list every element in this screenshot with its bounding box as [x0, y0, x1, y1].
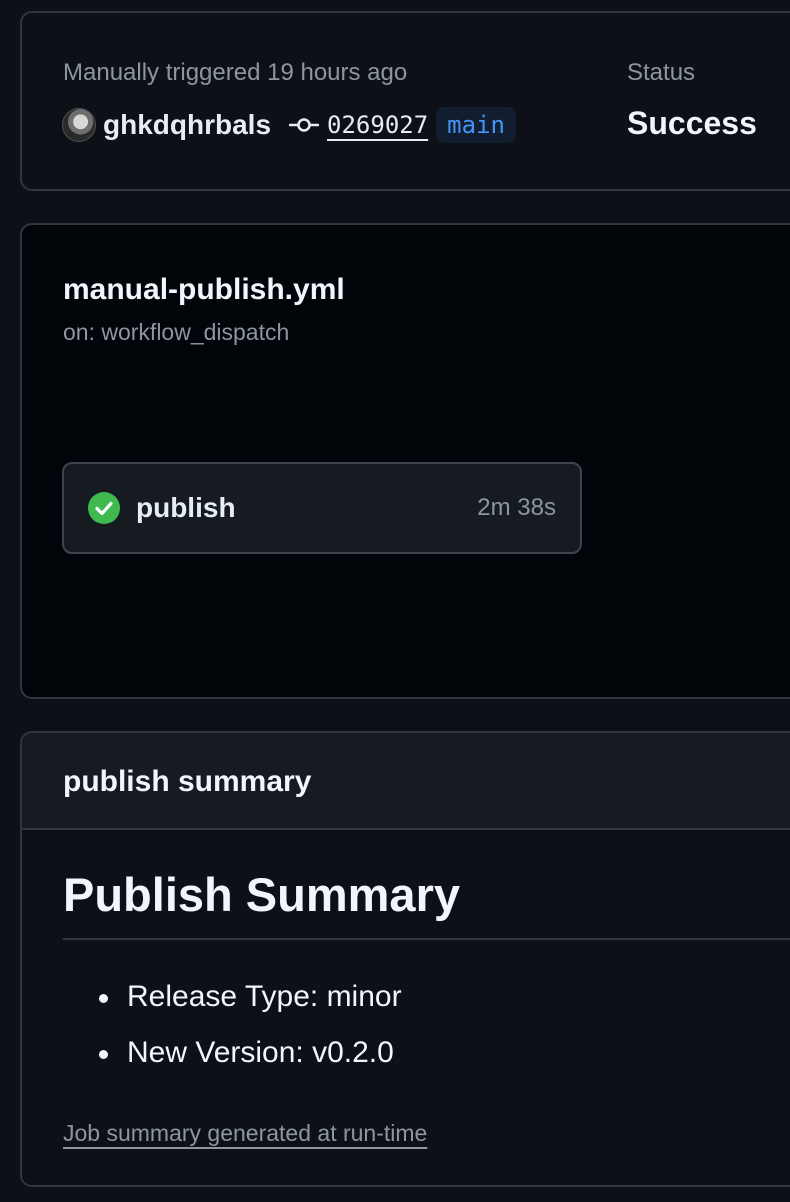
- job-summary-footer-link[interactable]: Job summary generated at run-time: [63, 1120, 427, 1147]
- branch-badge[interactable]: main: [436, 107, 516, 143]
- status-label: Status: [627, 59, 696, 86]
- summary-list: Release Type: minor New Version: v0.2.0: [63, 973, 402, 1085]
- summary-header-title: publish summary: [63, 765, 312, 798]
- commit-sha-link[interactable]: 0269027: [325, 111, 430, 139]
- job-name: publish: [136, 492, 236, 523]
- workflow-file-name: manual-publish.yml: [63, 273, 345, 306]
- status-value: Success: [627, 105, 757, 141]
- heading-divider: [63, 938, 790, 940]
- list-item: New Version: v0.2.0: [63, 1029, 402, 1085]
- job-publish[interactable]: publish 2m 38s: [62, 462, 582, 554]
- workflow-graph-card: manual-publish.yml on: workflow_dispatch…: [20, 223, 790, 699]
- run-actor-row: ghkdqhrbals 0269027 main: [62, 105, 516, 145]
- summary-header: publish summary: [22, 733, 790, 830]
- check-circle-icon: [88, 492, 120, 524]
- avatar[interactable]: [62, 108, 96, 142]
- job-summary-card: publish summary Publish Summary Release …: [20, 731, 790, 1187]
- summary-heading: Publish Summary: [63, 868, 460, 921]
- list-item: Release Type: minor: [63, 973, 402, 1029]
- workflow-trigger: on: workflow_dispatch: [63, 319, 290, 345]
- actor-name[interactable]: ghkdqhrbals: [103, 109, 271, 141]
- trigger-text: Manually triggered 19 hours ago: [63, 59, 408, 86]
- job-duration: 2m 38s: [477, 494, 556, 521]
- git-commit-icon: [289, 118, 320, 132]
- run-info-card: Manually triggered 19 hours ago ghkdqhrb…: [20, 11, 790, 191]
